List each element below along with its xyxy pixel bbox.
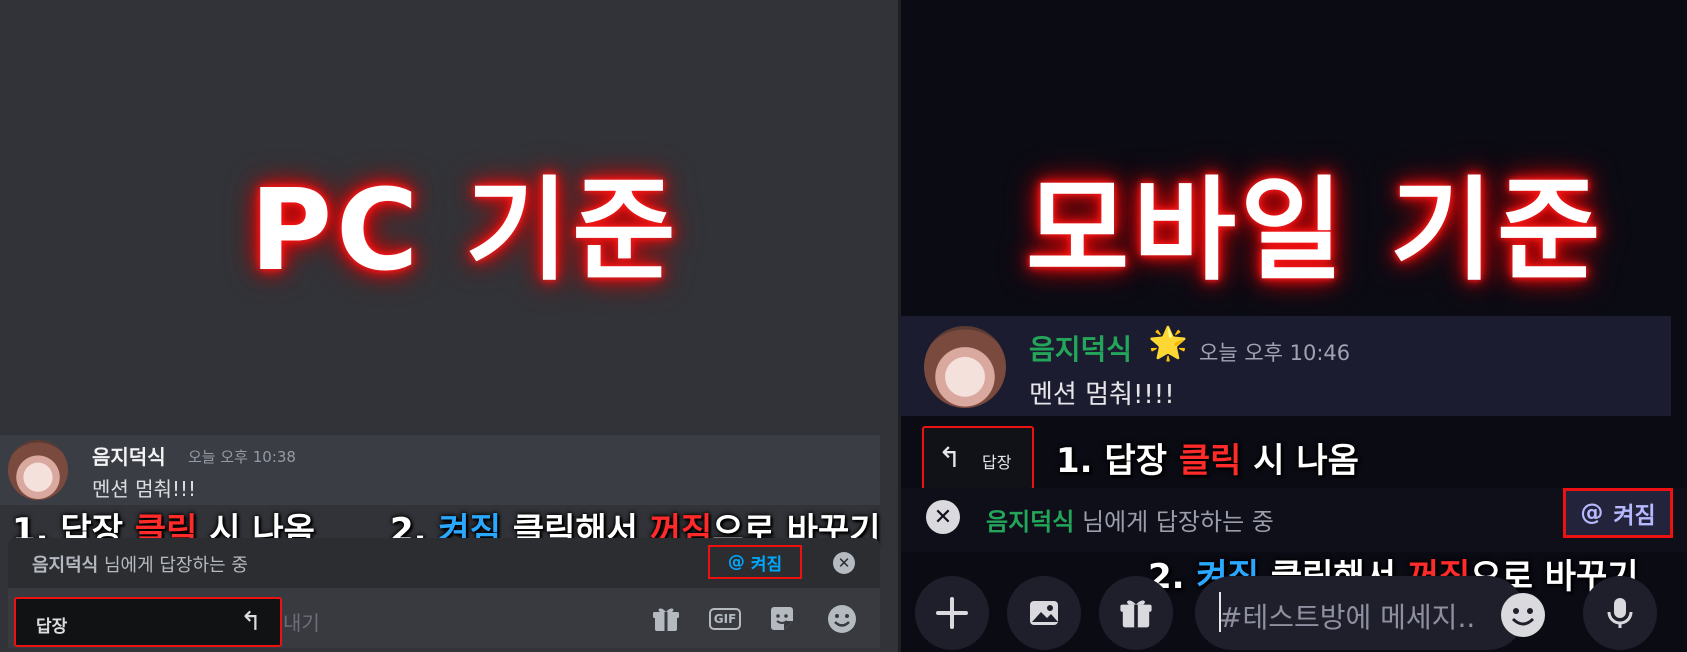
reply-arrow-icon: ↰ bbox=[240, 607, 262, 637]
at-icon: @ bbox=[1580, 500, 1604, 526]
mobile-mention-toggle-button[interactable]: @ 켜짐 bbox=[1563, 488, 1673, 538]
mobile-panel: 모바일 기준 음지덕식 🌟 오늘 오후 10:46 멘션 멈춰!!!! ↰ 답장… bbox=[901, 0, 1687, 652]
pc-message-timestamp: 오늘 오후 10:38 bbox=[188, 448, 296, 466]
mobile-annotation-1: 1. 답장 클릭 시 나옴 bbox=[1056, 433, 1359, 482]
pc-mention-toggle-button[interactable]: @ 켜짐 bbox=[708, 545, 802, 579]
image-icon[interactable] bbox=[1007, 576, 1081, 650]
plus-icon[interactable] bbox=[915, 576, 989, 650]
mobile-annotation-1-prefix: 1. 답장 bbox=[1056, 441, 1179, 481]
pc-mention-toggle-label: 켜짐 bbox=[750, 554, 783, 575]
mobile-reply-button[interactable]: ↰ 답장 bbox=[922, 426, 1034, 490]
mobile-reply-button-label: 답장 bbox=[982, 453, 1012, 472]
close-icon[interactable]: ✕ bbox=[833, 552, 855, 574]
gif-icon[interactable]: GIF bbox=[708, 603, 742, 635]
at-icon: @ bbox=[727, 552, 745, 572]
mobile-title: 모바일 기준 bbox=[1026, 166, 1605, 296]
mobile-message-text: 멘션 멈춰!!!! bbox=[1029, 380, 1175, 410]
microphone-icon[interactable] bbox=[1583, 576, 1657, 650]
mobile-reply-label: 음지덕식 님에게 답장하는 중 bbox=[986, 502, 1274, 537]
mobile-reply-author: 음지덕식 bbox=[986, 508, 1075, 536]
pc-reply-text: 님에게 답장하는 중 bbox=[98, 555, 248, 576]
mobile-message-author[interactable]: 음지덕식 bbox=[1029, 328, 1132, 368]
emoji-icon[interactable] bbox=[826, 603, 858, 635]
emoji-icon[interactable] bbox=[1501, 593, 1545, 637]
mobile-annotation-1-suffix: 시 나옴 bbox=[1241, 441, 1359, 481]
pc-message-text: 멘션 멈춰!!! bbox=[92, 477, 197, 501]
pc-reply-menu-label: 답장 bbox=[36, 617, 68, 637]
pc-panel: PC 기준 음지덕식 오늘 오후 10:38 멘션 멈춰!!! 1. 답장 클릭… bbox=[0, 0, 898, 652]
pc-title: PC 기준 bbox=[250, 166, 680, 296]
mobile-mention-toggle-label: 켜짐 bbox=[1613, 503, 1656, 529]
mobile-message-timestamp: 오늘 오후 10:46 bbox=[1199, 341, 1351, 365]
pc-reply-menu-item[interactable]: 답장 ↰ bbox=[14, 597, 282, 647]
gift-icon[interactable] bbox=[1099, 576, 1173, 650]
mobile-message-input-placeholder[interactable]: #테스트방에 메세지.. bbox=[1219, 596, 1475, 636]
mobile-avatar[interactable] bbox=[924, 326, 1006, 408]
star-icon: 🌟 bbox=[1148, 324, 1188, 362]
pc-avatar[interactable] bbox=[8, 440, 68, 500]
close-icon[interactable]: ✕ bbox=[926, 500, 960, 534]
pc-message-input-placeholder[interactable]: 내기 bbox=[283, 607, 320, 636]
reply-arrow-icon: ↰ bbox=[938, 441, 962, 474]
sticker-icon[interactable] bbox=[766, 603, 798, 635]
pc-reply-label: 음지덕식 님에게 답장하는 중 bbox=[32, 551, 248, 577]
pc-message-author[interactable]: 음지덕식 bbox=[92, 441, 166, 470]
pc-reply-author: 음지덕식 bbox=[32, 555, 99, 576]
mobile-reply-text: 님에게 답장하는 중 bbox=[1074, 508, 1274, 536]
gift-icon[interactable] bbox=[650, 603, 682, 635]
mobile-annotation-1-highlight: 클릭 bbox=[1178, 441, 1242, 481]
